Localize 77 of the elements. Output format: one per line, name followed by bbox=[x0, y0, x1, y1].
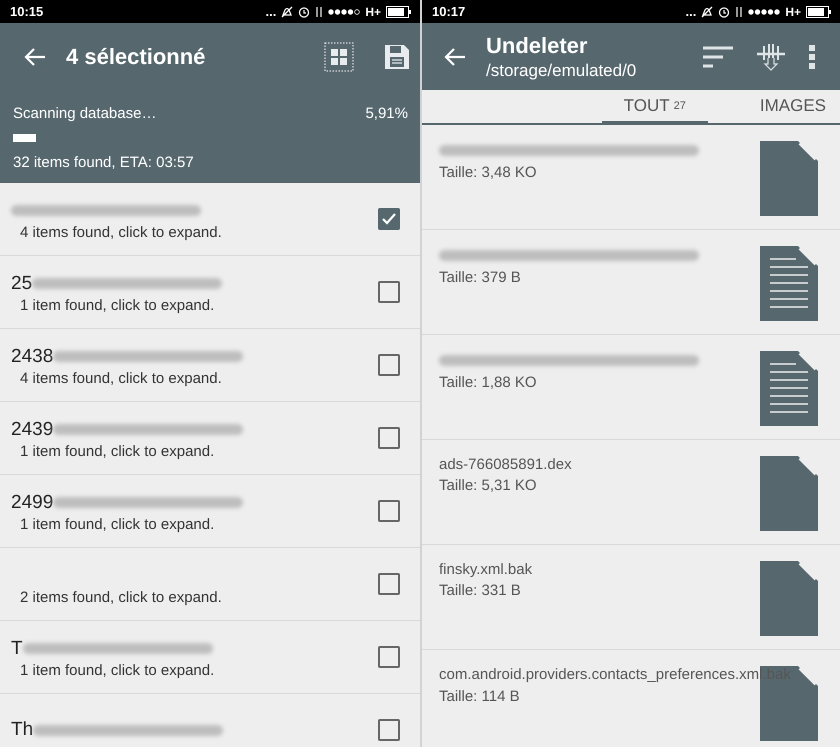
file-row[interactable]: Taille: 379 B bbox=[422, 230, 840, 335]
status-overflow: ... bbox=[265, 4, 276, 19]
item-name: 25 bbox=[11, 272, 32, 294]
item-count: 1 item found, click to expand. bbox=[20, 516, 216, 532]
mute-icon bbox=[701, 6, 714, 18]
result-row[interactable]: 2499 1 item found, click to expand. bbox=[0, 475, 420, 548]
item-name: 2439 bbox=[11, 418, 54, 440]
file-size: Taille: 5,31 KO bbox=[439, 477, 538, 494]
item-name: T bbox=[11, 638, 23, 660]
select-all-icon[interactable] bbox=[324, 42, 354, 72]
item-count: 4 items found, click to expand. bbox=[20, 224, 223, 240]
checkbox[interactable] bbox=[378, 208, 400, 230]
result-row[interactable]: 2439 1 item found, click to expand. bbox=[0, 402, 420, 475]
save-icon[interactable] bbox=[384, 44, 410, 70]
result-row[interactable]: Th bbox=[0, 694, 420, 747]
tab[interactable]: IMAGES bbox=[760, 90, 826, 125]
item-count: 4 items found, click to expand. bbox=[20, 370, 223, 386]
signal-icon bbox=[748, 8, 780, 16]
back-icon[interactable] bbox=[24, 46, 46, 66]
result-row[interactable]: 4 items found, click to expand. bbox=[0, 183, 420, 256]
file-icon bbox=[760, 141, 818, 216]
network-type: H+ bbox=[785, 4, 801, 18]
file-size: Taille: 3,48 KO bbox=[439, 164, 538, 181]
text-file-icon bbox=[760, 351, 818, 426]
file-name: finsky.xml.bak bbox=[439, 561, 534, 578]
toolbar-title: 4 sélectionné bbox=[66, 44, 206, 70]
checkbox[interactable] bbox=[378, 281, 400, 303]
checkbox[interactable] bbox=[378, 646, 400, 668]
status-time: 10:15 bbox=[10, 4, 44, 19]
result-row[interactable]: 25 1 item found, click to expand. bbox=[0, 256, 420, 329]
item-count: 1 item found, click to expand. bbox=[20, 442, 216, 460]
checkbox[interactable] bbox=[378, 719, 400, 741]
result-row[interactable]: 2438 4 items found, click to expand. bbox=[0, 329, 420, 402]
alarm-icon bbox=[718, 6, 730, 18]
scan-summary: 32 items found, ETA: 03:57 bbox=[13, 154, 195, 171]
file-name: ads-766085891.dex bbox=[439, 456, 573, 473]
mute-icon bbox=[281, 6, 294, 18]
checkbox[interactable] bbox=[378, 354, 400, 376]
network-type: H+ bbox=[365, 4, 381, 18]
app-title: Undeleter bbox=[486, 32, 588, 58]
folder-path: /storage/emulated/0 bbox=[486, 60, 636, 80]
item-count: 1 item found, click to expand. bbox=[20, 296, 216, 314]
status-overflow: ... bbox=[685, 4, 696, 19]
file-row[interactable]: Taille: 1,88 KO bbox=[422, 335, 840, 440]
battery-icon bbox=[806, 6, 832, 18]
item-name: 2438 bbox=[11, 346, 54, 368]
result-row[interactable]: T 1 item found, click to expand. bbox=[0, 621, 420, 694]
file-icon bbox=[760, 456, 818, 531]
file-size: Taille: 379 B bbox=[439, 269, 522, 286]
item-count: 1 item found, click to expand. bbox=[20, 662, 216, 678]
item-name: 2499 bbox=[11, 492, 54, 514]
file-row[interactable]: ads-766085891.dex Taille: 5,31 KO bbox=[422, 440, 840, 545]
battery-icon bbox=[386, 6, 412, 18]
back-icon[interactable] bbox=[444, 46, 466, 66]
item-name: Th bbox=[11, 719, 34, 741]
signal-icon bbox=[328, 8, 360, 16]
file-row[interactable]: Taille: 3,48 KO bbox=[422, 125, 840, 230]
scan-percent: 5,91% bbox=[365, 105, 408, 122]
file-size: Taille: 1,88 KO bbox=[439, 374, 538, 391]
text-file-icon bbox=[760, 246, 818, 321]
alarm-icon bbox=[298, 6, 310, 18]
checkmark-icon bbox=[381, 212, 397, 226]
file-row[interactable]: finsky.xml.bak Taille: 331 B bbox=[422, 545, 840, 650]
checkbox[interactable] bbox=[378, 427, 400, 449]
sort-icon[interactable] bbox=[702, 46, 734, 68]
file-icon bbox=[760, 561, 818, 636]
filter-download-icon[interactable] bbox=[756, 42, 786, 70]
scan-status: Scanning database… bbox=[13, 105, 156, 122]
file-size: Taille: 114 B bbox=[439, 688, 521, 705]
checkbox[interactable] bbox=[378, 500, 400, 522]
data-arrows-icon bbox=[735, 6, 744, 18]
more-icon[interactable] bbox=[808, 44, 816, 70]
data-arrows-icon bbox=[315, 6, 324, 18]
checkbox[interactable] bbox=[378, 573, 400, 595]
file-size: Taille: 331 B bbox=[439, 582, 522, 599]
status-time: 10:17 bbox=[432, 4, 466, 19]
item-count: 2 items found, click to expand. bbox=[20, 588, 223, 606]
